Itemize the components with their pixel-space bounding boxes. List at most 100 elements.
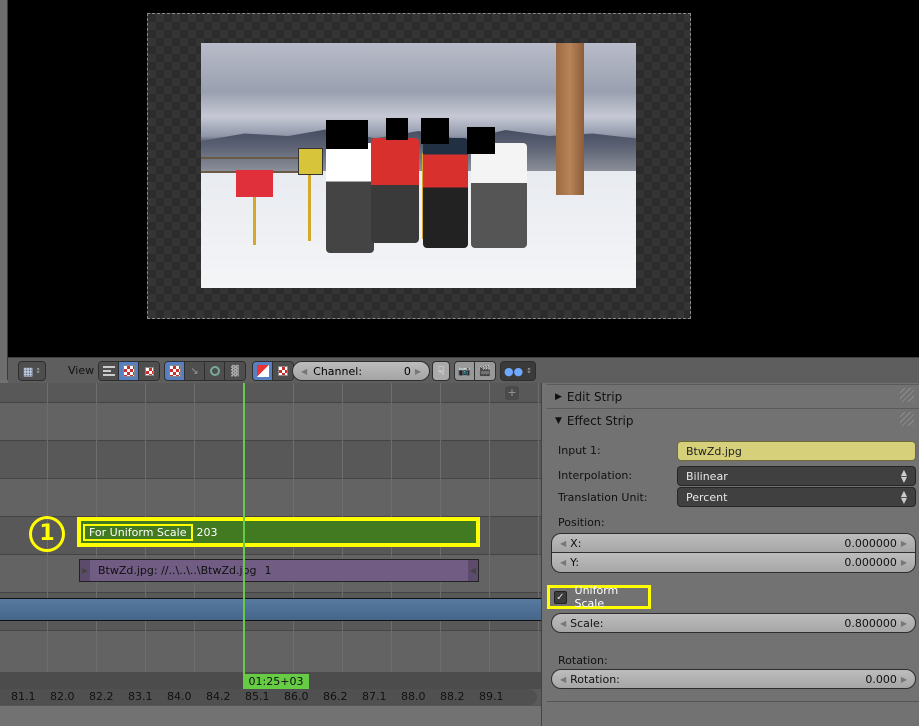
bottom-area — [0, 705, 541, 726]
interpolation-value: Bilinear — [686, 469, 728, 483]
ghost-icon: ☟ — [437, 364, 445, 378]
face-redaction — [421, 118, 449, 144]
panel-divider — [547, 701, 919, 702]
preview-view-icon[interactable] — [119, 362, 139, 380]
increment-arrow-icon[interactable]: ▶ — [415, 367, 421, 376]
ghost-button[interactable]: ☟ — [432, 361, 450, 381]
luma-waveform-icon[interactable]: ↘ — [185, 362, 205, 380]
ruler-tick: 83.1 — [128, 690, 153, 703]
face-redaction — [386, 118, 408, 140]
face-redaction — [467, 127, 495, 154]
sequencer-header: ▦ ↕ View ↘ ▓ ◀ Channel: 0 ▶ ☟ 📷 🎬 ●● ↕ — [8, 357, 919, 383]
translation-unit-label: Translation Unit: — [558, 491, 648, 504]
checkmark-icon[interactable]: ✓ — [554, 590, 567, 604]
edit-strip-label: Edit Strip — [566, 389, 623, 404]
ruler-tick: 88.0 — [401, 690, 426, 703]
preview-image — [201, 43, 636, 288]
ruler-tick: 86.2 — [323, 690, 348, 703]
person — [423, 138, 468, 248]
sign-post — [253, 197, 256, 245]
grid-line — [489, 383, 490, 683]
red-sign — [236, 170, 273, 197]
ruler-tick: 86.0 — [284, 690, 309, 703]
sequencer-preview-view-icon[interactable] — [139, 362, 159, 380]
proxy-button[interactable]: ●● ↕ — [500, 361, 536, 381]
interpolation-dropdown[interactable]: Bilinear ▲ ▼ — [677, 466, 916, 486]
panel-grip-icon[interactable] — [900, 388, 914, 402]
ruler-tick: 82.2 — [89, 690, 114, 703]
channel-display-selector[interactable] — [252, 361, 294, 381]
ruler-tick: 87.1 — [362, 690, 387, 703]
increment-arrow-icon[interactable]: ▶ — [901, 675, 907, 684]
time-ruler[interactable]: 81.1 82.0 82.2 83.1 84.0 84.2 85.1 86.0 … — [0, 689, 537, 705]
effect-strip-label: Effect Strip — [566, 413, 634, 428]
grid-line — [538, 383, 539, 683]
callout-number: 1 — [29, 516, 65, 552]
sequencer-view-icon[interactable] — [99, 362, 119, 380]
scale-field[interactable]: ◀ Scale: 0.800000 ▶ — [551, 613, 916, 633]
render-still-icon[interactable]: 📷 — [455, 362, 475, 380]
view-menu[interactable]: View — [68, 364, 94, 377]
image-strip[interactable]: ▶ BtwZd.jpg: //..\..\..\BtwZd.jpg 1 ◀ — [79, 559, 479, 582]
translation-unit-dropdown[interactable]: Percent ▲ ▼ — [677, 487, 916, 507]
effect-strip-name: For Uniform Scale — [83, 523, 193, 541]
scale-value: 0.800000 — [844, 616, 897, 630]
rotation-field[interactable]: ◀ Rotation: 0.000 ▶ — [551, 669, 916, 689]
render-animation-icon[interactable]: 🎬 — [475, 362, 495, 380]
add-region-button[interactable]: + — [505, 386, 519, 400]
image-strip-name: BtwZd.jpg: //..\..\..\BtwZd.jpg — [98, 564, 257, 577]
rotation-section-label: Rotation: — [558, 654, 608, 667]
channel-lane — [0, 383, 541, 402]
channel-field[interactable]: ◀ Channel: 0 ▶ — [292, 361, 430, 381]
editor-type-button[interactable]: ▦ ↕ — [18, 361, 46, 381]
effect-strip-length: 203 — [196, 525, 218, 539]
person — [326, 143, 374, 253]
sequencer-timeline[interactable]: + 1 For Uniform Scale 203 ▶ BtwZd.jpg: /… — [0, 383, 541, 726]
image-display-icon[interactable] — [165, 362, 185, 380]
input1-value: BtwZd.jpg — [686, 444, 742, 458]
checkerboard-icon[interactable] — [273, 362, 293, 380]
position-x-field[interactable]: ◀ X: 0.000000 ▶ — [551, 533, 916, 553]
effect-strip[interactable]: For Uniform Scale 203 — [77, 517, 480, 547]
area-divider[interactable] — [0, 0, 8, 380]
view-type-selector[interactable] — [98, 361, 160, 381]
translation-unit-value: Percent — [686, 490, 728, 504]
channel-lane — [0, 402, 541, 440]
effect-strip-panel-header[interactable]: ▼ Effect Strip — [547, 408, 919, 432]
uniform-scale-label: Uniform Scale — [574, 584, 619, 610]
panel-grip-icon[interactable] — [900, 412, 914, 426]
input1-label: Input 1: — [558, 444, 601, 457]
uniform-scale-checkbox[interactable]: ✓ Uniform Scale — [547, 584, 651, 610]
meta-strip[interactable] — [0, 598, 541, 621]
updown-icon: ↕ — [526, 367, 533, 375]
render-buttons[interactable]: 📷 🎬 — [454, 361, 496, 381]
channel-lane — [0, 478, 541, 516]
increment-arrow-icon[interactable]: ▶ — [901, 558, 907, 567]
proxy-icon: ●● — [503, 364, 524, 378]
x-label: X: — [570, 536, 582, 550]
channel-lane — [0, 630, 541, 672]
y-label: Y: — [570, 556, 580, 569]
increment-arrow-icon[interactable]: ▶ — [901, 619, 907, 628]
input1-field[interactable]: BtwZd.jpg — [677, 441, 916, 461]
edit-strip-panel-header[interactable]: ▶ Edit Strip — [547, 384, 919, 408]
position-label: Position: — [558, 516, 605, 529]
updown-icon: ▲ ▼ — [900, 468, 907, 484]
person — [471, 143, 527, 248]
strip-right-handle[interactable]: ◀ — [468, 560, 478, 581]
interpolation-label: Interpolation: — [558, 469, 633, 482]
ruler-tick: 88.2 — [440, 690, 465, 703]
position-y-field[interactable]: ◀ Y: 0.000000 ▶ — [551, 553, 916, 573]
histogram-icon[interactable]: ▓ — [225, 362, 245, 380]
increment-arrow-icon[interactable]: ▶ — [901, 539, 907, 548]
vectorscope-icon[interactable] — [205, 362, 225, 380]
properties-panel: ▶ Edit Strip ▼ Effect Strip Input 1: Btw… — [541, 383, 919, 726]
rotation-value: 0.000 — [865, 672, 897, 686]
display-mode-selector[interactable]: ↘ ▓ — [164, 361, 246, 381]
playhead[interactable] — [243, 383, 245, 688]
current-frame-label: 01:25+03 — [243, 674, 309, 689]
ruler-tick: 84.2 — [206, 690, 231, 703]
updown-icon: ↕ — [35, 367, 42, 375]
color-alpha-icon[interactable] — [253, 362, 273, 380]
strip-left-handle[interactable]: ▶ — [80, 560, 90, 581]
